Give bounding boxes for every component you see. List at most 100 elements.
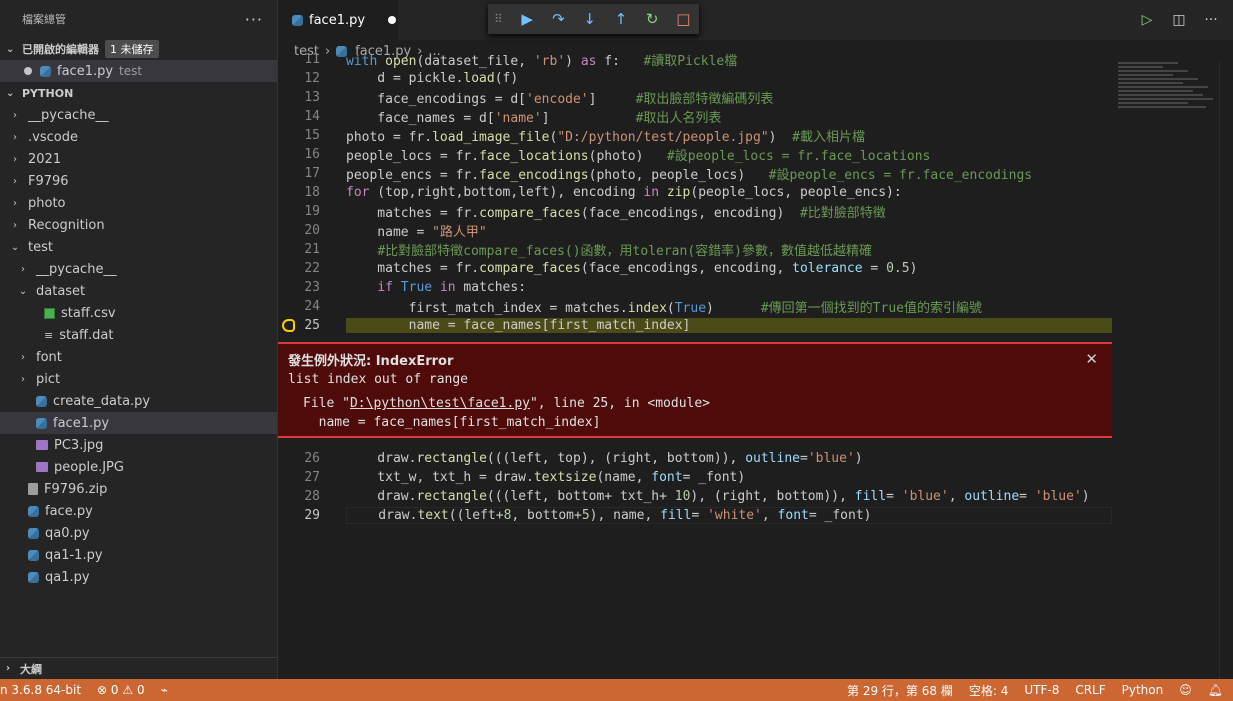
- language-mode[interactable]: Python: [1122, 683, 1164, 697]
- tree-item[interactable]: qa1.py: [0, 566, 277, 588]
- close-icon[interactable]: ✕: [1085, 350, 1098, 368]
- outline-section[interactable]: › 大綱: [0, 657, 277, 679]
- tree-item[interactable]: › Recognition: [0, 214, 277, 236]
- python-file-icon: [36, 417, 47, 429]
- encoding[interactable]: UTF-8: [1024, 683, 1059, 697]
- debug-icon[interactable]: ⌁: [161, 683, 168, 697]
- tree-item[interactable]: › F9796: [0, 170, 277, 192]
- tree-item[interactable]: ≡ staff.dat: [0, 324, 277, 346]
- chevron-right-icon: ›: [13, 131, 17, 143]
- tab-face1[interactable]: face1.py: [278, 0, 398, 40]
- step-out-icon[interactable]: ↑: [605, 4, 636, 34]
- code-line: 15 photo = fr.load_image_file("D:/python/…: [304, 128, 865, 145]
- chevron-down-icon: ⌄: [6, 87, 15, 99]
- chevron-right-icon: ›: [6, 663, 11, 674]
- tree-item[interactable]: F9796.zip: [0, 478, 277, 500]
- code-line: 14 face_names = d['name'] #取出人名列表: [304, 109, 722, 126]
- open-editor-filename: face1.py: [57, 63, 114, 79]
- tree-item[interactable]: ⌄ test: [0, 236, 277, 258]
- tree-item[interactable]: › .vscode: [0, 126, 277, 148]
- run-icon[interactable]: ▷: [1137, 12, 1157, 28]
- unsaved-dot-icon[interactable]: [24, 67, 32, 75]
- continue-icon[interactable]: ▶: [512, 4, 543, 34]
- tree-item[interactable]: create_data.py: [0, 390, 277, 412]
- chevron-down-icon: ⌄: [6, 43, 15, 55]
- stop-icon[interactable]: □: [668, 4, 699, 34]
- code-line: 27 txt_w, txt_h = draw.textsize(name, fo…: [304, 470, 746, 485]
- chevron-right-icon: ›: [13, 175, 17, 187]
- code-line: 21 #比對臉部特徵compare_faces()函數，用toleran(容錯率…: [304, 242, 872, 259]
- csv-file-icon: [44, 307, 55, 319]
- tree-item[interactable]: ⌄ dataset: [0, 280, 277, 302]
- trace-file-link[interactable]: D:\python\test\face1.py: [350, 396, 530, 411]
- tab-bar: face1.py ⠿ ▶ ↷ ↓ ↑ ↻ □ ▷ ◫ ···: [278, 0, 1233, 40]
- code-line: 13 face_encodings = d['encode'] #取出臉部特徵編…: [304, 90, 774, 107]
- tree-item-label: staff.dat: [59, 327, 114, 343]
- python-file-icon: [40, 65, 51, 77]
- step-over-icon[interactable]: ↷: [543, 4, 574, 34]
- code-line: 24 first_match_index = matches.index(Tru…: [304, 299, 982, 316]
- chevron-down-icon: ⌄: [18, 285, 28, 297]
- chevron-right-icon: ›: [13, 153, 17, 165]
- status-bar: n 3.6.8 64-bit ⊗ 0 ⚠ 0 ⌁ 第 29 行，第 68 欄 空…: [0, 679, 1233, 701]
- feedback-icon[interactable]: ☺: [1179, 683, 1192, 697]
- minimap[interactable]: [1118, 62, 1218, 122]
- tree-item[interactable]: qa0.py: [0, 522, 277, 544]
- code-view-bottom[interactable]: 26 draw.rectangle(((left, top), (right, …: [278, 449, 1112, 525]
- chevron-down-icon: ⌄: [10, 241, 20, 253]
- notifications-icon[interactable]: 🔔︎: [1208, 683, 1223, 697]
- line-ending[interactable]: CRLF: [1075, 683, 1105, 697]
- project-section[interactable]: ⌄ PYTHON: [0, 82, 277, 104]
- cursor-position[interactable]: 第 29 行，第 68 欄: [847, 682, 953, 699]
- step-into-icon[interactable]: ↓: [574, 4, 605, 34]
- split-editor-icon[interactable]: ◫: [1169, 12, 1189, 28]
- tree-item[interactable]: face1.py: [0, 412, 277, 434]
- tree-item-label: Recognition: [28, 217, 105, 233]
- open-editor-folder: test: [119, 64, 143, 78]
- tree-item-label: qa0.py: [45, 525, 90, 541]
- code-line: 22 matches = fr.compare_faces(face_encod…: [304, 261, 918, 276]
- trace-prefix: File ": [303, 396, 350, 411]
- code-view-top[interactable]: 11 with open(dataset_file, 'rb') as f: #讀…: [278, 50, 1112, 335]
- tree-item[interactable]: › pict: [0, 368, 277, 390]
- tree-item-label: .vscode: [28, 129, 78, 145]
- tree-item-label: face.py: [45, 503, 93, 519]
- error-count: 0: [110, 683, 119, 697]
- chevron-right-icon: ›: [21, 263, 25, 275]
- tree-item[interactable]: › font: [0, 346, 277, 368]
- tree-item-label: __pycache__: [36, 261, 117, 277]
- editor-actions: ▷ ◫ ···: [1137, 0, 1233, 40]
- current-stack-line: 25 name = face_names[first_match_index]: [278, 316, 1112, 335]
- drag-handle-icon[interactable]: ⠿: [494, 12, 512, 26]
- chevron-right-icon: ›: [21, 373, 25, 385]
- python-file-icon: [28, 527, 39, 539]
- breakpoint-arrow-icon[interactable]: [282, 319, 295, 332]
- restart-icon[interactable]: ↻: [637, 4, 668, 34]
- tree-item[interactable]: staff.csv: [0, 302, 277, 324]
- more-actions-icon[interactable]: ···: [1201, 12, 1221, 28]
- tree-item-label: pict: [36, 371, 61, 387]
- chevron-right-icon: ›: [13, 219, 17, 231]
- tree-item[interactable]: people.JPG: [0, 456, 277, 478]
- open-editors-section[interactable]: ⌄ 已開啟的編輯器 1 未儲存: [0, 38, 277, 60]
- python-interpreter[interactable]: n 3.6.8 64-bit: [0, 683, 81, 697]
- problems-indicator[interactable]: ⊗ 0 ⚠ 0: [97, 683, 145, 697]
- tree-item[interactable]: qa1-1.py: [0, 544, 277, 566]
- editor-area: face1.py ⠿ ▶ ↷ ↓ ↑ ↻ □ ▷ ◫ ··· test › fa…: [278, 0, 1233, 679]
- explorer-title: 檔案總管: [22, 13, 66, 26]
- python-file-icon: [36, 395, 47, 407]
- tree-item[interactable]: face.py: [0, 500, 277, 522]
- unsaved-dot-icon[interactable]: [388, 16, 397, 24]
- tree-item-label: F9796.zip: [44, 481, 108, 497]
- open-editor-item[interactable]: face1.py test: [0, 60, 277, 82]
- tree-item[interactable]: › __pycache__: [0, 258, 277, 280]
- tree-item-label: qa1-1.py: [45, 547, 103, 563]
- tree-item[interactable]: › __pycache__: [0, 104, 277, 126]
- more-actions-icon[interactable]: ···: [245, 10, 263, 29]
- zip-file-icon: [28, 483, 38, 495]
- tree-item[interactable]: › 2021: [0, 148, 277, 170]
- tree-item[interactable]: PC3.jpg: [0, 434, 277, 456]
- indentation[interactable]: 空格: 4: [969, 682, 1009, 699]
- tree-item[interactable]: › photo: [0, 192, 277, 214]
- vertical-scrollbar[interactable]: [1219, 62, 1233, 679]
